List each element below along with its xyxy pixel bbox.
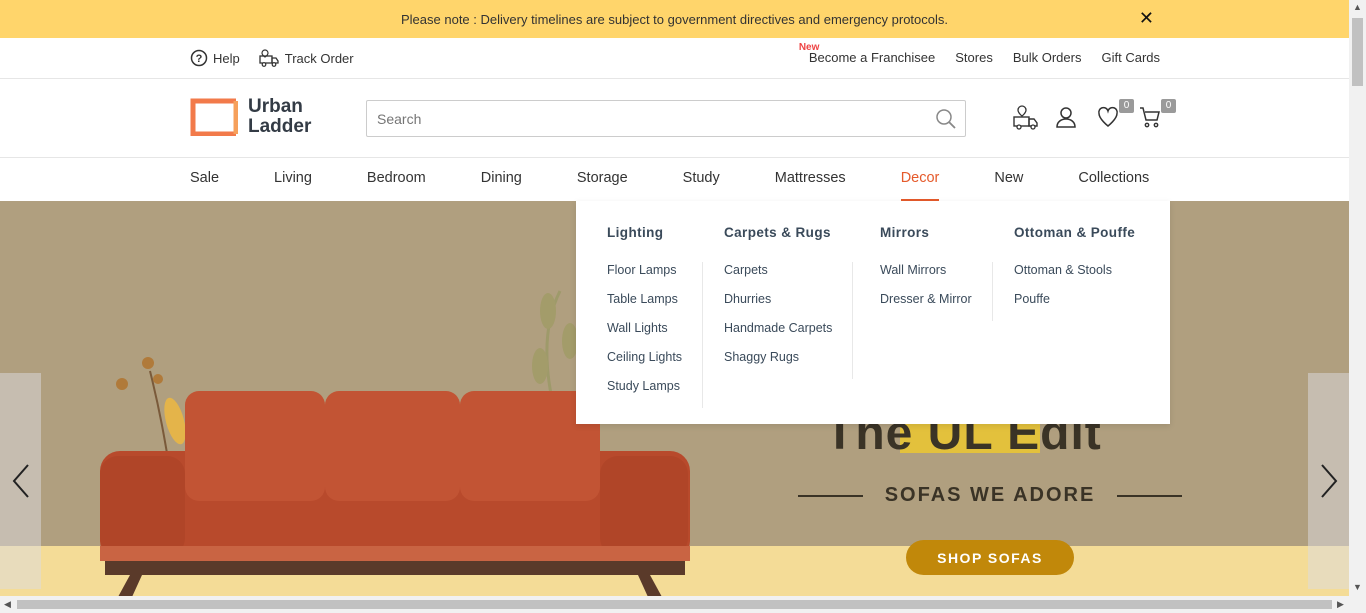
nav-item-decor[interactable]: Decor xyxy=(900,170,939,201)
nav-item-study[interactable]: Study xyxy=(683,170,720,186)
vertical-scroll-thumb[interactable] xyxy=(1352,18,1363,86)
gift-cards-link[interactable]: Gift Cards xyxy=(1101,50,1160,65)
help-icon: ? xyxy=(190,49,208,67)
search-icon[interactable] xyxy=(935,108,957,130)
utility-bar: ? Help Track Order New Become a Franchis… xyxy=(0,38,1349,79)
menu-link-table-lamps[interactable]: Table Lamps xyxy=(607,291,682,320)
nav-item-dining[interactable]: Dining xyxy=(481,170,522,186)
heart-icon xyxy=(1098,106,1118,127)
menu-link-wall-lights[interactable]: Wall Lights xyxy=(607,320,682,349)
profile-button[interactable] xyxy=(1054,105,1080,131)
cart-count-badge: 0 xyxy=(1161,99,1176,113)
franchise-link[interactable]: New Become a Franchisee xyxy=(799,42,935,65)
menu-link-shaggy-rugs[interactable]: Shaggy Rugs xyxy=(724,349,832,378)
main-nav: Sale Living Bedroom Dining Storage Study… xyxy=(0,158,1349,201)
scroll-down-icon[interactable]: ▼ xyxy=(1353,582,1362,592)
column-heading[interactable]: Lighting xyxy=(607,225,703,242)
nav-item-storage[interactable]: Storage xyxy=(577,170,628,186)
menu-link-pouffe[interactable]: Pouffe xyxy=(1014,291,1115,320)
dropdown-column-mirrors: Mirrors Wall Mirrors Dresser & Mirror xyxy=(880,225,993,321)
delivery-truck-icon xyxy=(259,49,279,67)
notice-bar: Please note : Delivery timelines are sub… xyxy=(0,0,1349,38)
wishlist-button[interactable]: 0 xyxy=(1096,99,1134,131)
vertical-scrollbar[interactable]: ▲ ▼ xyxy=(1349,0,1366,596)
nav-item-mattresses[interactable]: Mattresses xyxy=(775,170,846,186)
help-link[interactable]: ? Help xyxy=(190,48,240,68)
menu-link-wall-mirrors[interactable]: Wall Mirrors xyxy=(880,262,972,291)
store-locator-button[interactable] xyxy=(1012,105,1038,131)
horizontal-scrollbar[interactable]: ◀ ▶ xyxy=(0,596,1366,613)
store-delivery-icon xyxy=(1013,105,1038,130)
decor-dropdown-menu: Lighting Floor Lamps Table Lamps Wall Li… xyxy=(576,201,1170,424)
menu-link-handmade-carpets[interactable]: Handmade Carpets xyxy=(724,320,832,349)
stores-link[interactable]: Stores xyxy=(955,50,993,65)
column-heading[interactable]: Ottoman & Pouffe xyxy=(1014,225,1135,242)
notice-text: Please note : Delivery timelines are sub… xyxy=(401,11,948,27)
column-heading[interactable]: Carpets & Rugs xyxy=(724,225,853,242)
menu-link-ottoman-stools[interactable]: Ottoman & Stools xyxy=(1014,262,1115,291)
hero-subtitle: SOFAS WE ADORE xyxy=(798,484,1183,507)
nav-item-living[interactable]: Living xyxy=(274,170,312,186)
bulk-orders-link[interactable]: Bulk Orders xyxy=(1013,50,1082,65)
chevron-left-icon xyxy=(12,464,29,498)
carousel-prev-button[interactable] xyxy=(0,373,41,589)
track-order-label: Track Order xyxy=(284,50,354,66)
menu-link-dresser-mirror[interactable]: Dresser & Mirror xyxy=(880,291,972,320)
cart-button[interactable]: 0 xyxy=(1138,99,1176,131)
scroll-right-icon[interactable]: ▶ xyxy=(1337,599,1344,610)
nav-item-bedroom[interactable]: Bedroom xyxy=(367,170,426,186)
chevron-right-icon xyxy=(1320,464,1337,498)
svg-text:?: ? xyxy=(196,53,203,65)
search-box xyxy=(366,100,966,137)
column-heading[interactable]: Mirrors xyxy=(880,225,993,242)
search-input[interactable] xyxy=(367,101,927,136)
wishlist-count-badge: 0 xyxy=(1119,99,1134,113)
shop-sofas-button[interactable]: SHOP SOFAS xyxy=(906,540,1074,575)
nav-item-sale[interactable]: Sale xyxy=(190,170,219,186)
logo-mark-icon xyxy=(190,98,238,136)
menu-link-dhurries[interactable]: Dhurries xyxy=(724,291,832,320)
scroll-left-icon[interactable]: ◀ xyxy=(4,599,11,610)
cart-icon xyxy=(1140,107,1160,128)
track-order-link[interactable]: Track Order xyxy=(258,48,354,68)
horizontal-scroll-thumb[interactable] xyxy=(17,600,1332,609)
header: Urban Ladder Search 0 0 xyxy=(0,79,1349,158)
menu-link-ceiling-lights[interactable]: Ceiling Lights xyxy=(607,349,682,378)
help-label: Help xyxy=(213,50,240,66)
close-icon[interactable]: ✕ xyxy=(1139,8,1154,29)
menu-link-study-lamps[interactable]: Study Lamps xyxy=(607,378,682,407)
new-badge: New xyxy=(798,42,820,53)
dropdown-column-lighting: Lighting Floor Lamps Table Lamps Wall Li… xyxy=(607,225,704,408)
nav-item-new[interactable]: New xyxy=(994,170,1023,186)
user-icon xyxy=(1056,107,1076,128)
menu-link-floor-lamps[interactable]: Floor Lamps xyxy=(607,262,682,291)
carousel-next-button[interactable] xyxy=(1308,373,1349,589)
nav-item-collections[interactable]: Collections xyxy=(1078,170,1149,186)
menu-link-carpets[interactable]: Carpets xyxy=(724,262,832,291)
scroll-up-icon[interactable]: ▲ xyxy=(1353,2,1362,12)
logo-line1: Urban xyxy=(248,96,303,117)
dropdown-column-ottoman-pouffe: Ottoman & Pouffe Ottoman & Stools Pouffe xyxy=(1014,225,1135,320)
logo-line2: Ladder xyxy=(248,116,312,137)
logo[interactable]: Urban Ladder xyxy=(190,97,311,137)
dropdown-column-carpets-rugs: Carpets & Rugs Carpets Dhurries Handmade… xyxy=(724,225,854,379)
